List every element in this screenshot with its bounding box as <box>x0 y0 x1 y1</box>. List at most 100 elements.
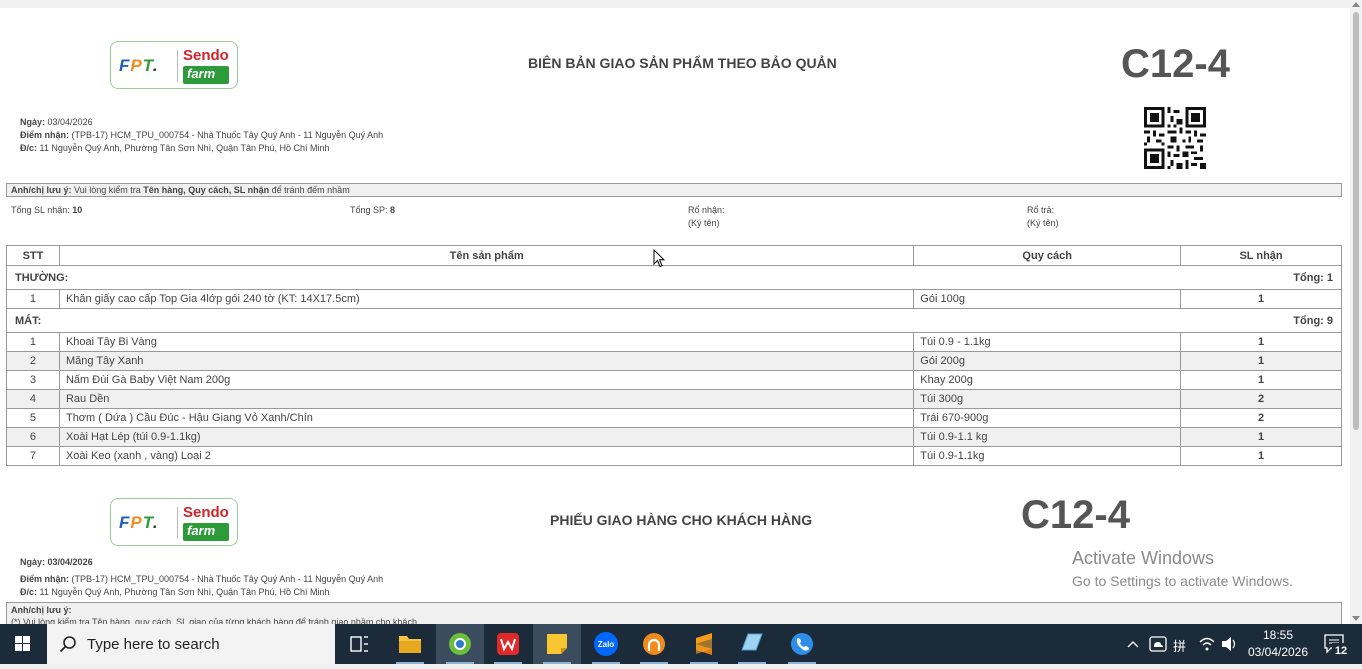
clock-time: 18:55 <box>1262 628 1294 642</box>
cell-name: Thơm ( Dứa ) Cầu Đúc - Hậu Giang Vỏ Xanh… <box>58 408 915 428</box>
sublime-icon <box>696 633 712 655</box>
delivery-info: Ngày: 03/04/2026 Điểm nhận: (TPB-17) HCM… <box>20 116 383 155</box>
notification-count-badge: 12 <box>1332 643 1350 659</box>
search-placeholder: Type here to search <box>87 636 220 653</box>
phone-icon <box>791 633 813 655</box>
qr-code-icon <box>1144 107 1206 169</box>
cell-name: Măng Tây Xanh <box>58 351 915 371</box>
activate-windows-subtitle: Go to Settings to activate Windows. <box>1072 573 1293 589</box>
table-row: 6 Xoài Hạt Lép (túi 0.9-1.1kg) Túi 0.9-1.1… <box>6 427 1342 447</box>
ro-tra: Rổ trả: (Ký tên) <box>1027 204 1059 230</box>
cell-spec: Gói 100g <box>913 289 1182 309</box>
wifi-icon[interactable] <box>1198 624 1216 664</box>
cell-name: Khăn giấy cao cấp Top Gia 4lớp gói 240 t… <box>58 289 915 309</box>
receiver-value-2: (TPB-17) HCM_TPU_000754 - Nhà Thuốc Tây … <box>71 574 384 584</box>
col-qty: SL nhận <box>1180 245 1342 266</box>
note-label: Anh/chị lưu ý: <box>11 185 72 195</box>
cell-spec: Túi 0.9 - 1.1kg <box>913 332 1182 352</box>
cell-stt: 7 <box>6 446 60 466</box>
ro-nhan: Rổ nhận: (Ký tên) <box>688 204 725 230</box>
taskbar-clock[interactable]: 18:55 03/04/2026 <box>1240 627 1316 661</box>
clock-date: 03/04/2026 <box>1247 645 1309 659</box>
task-view-button[interactable] <box>335 624 383 664</box>
start-button[interactable] <box>0 624 46 664</box>
cell-spec: Trái 670-900g <box>913 408 1182 428</box>
table-row: 7 Xoài Keo (xanh , vàng) Loại 2 Túi 0.9-1.… <box>6 446 1342 466</box>
cell-stt: 3 <box>6 370 60 390</box>
print-document: FPT. Sendo farm BIÊN BẢN GIAO SẢN PHẨM T… <box>0 8 1350 624</box>
ro-nhan-label: Rổ nhận: <box>688 205 725 215</box>
wps-icon <box>497 633 519 655</box>
taskbar-search-box[interactable]: Type here to search <box>47 624 335 664</box>
cell-qty: 1 <box>1180 351 1342 371</box>
file-explorer-button[interactable] <box>386 624 434 664</box>
cell-name: Khoai Tây Bi Vàng <box>58 332 915 352</box>
cell-spec: Khay 200g <box>913 370 1182 390</box>
chevron-up-icon[interactable] <box>1126 624 1140 664</box>
cell-stt: 4 <box>6 389 60 409</box>
cell-spec: Túi 300g <box>913 389 1182 409</box>
col-spec: Quy cách <box>913 245 1182 266</box>
windows-logo-icon <box>15 636 30 651</box>
ro-tra-sign: (Ký tên) <box>1027 218 1059 228</box>
farm-logo-text-2: farm <box>183 523 229 541</box>
address-label-2: Đ/c: <box>20 587 38 597</box>
browser-button[interactable] <box>436 624 484 664</box>
page-scrollbar[interactable] <box>1350 0 1362 624</box>
address-value: 11 Nguyễn Quý Anh, Phường Tân Sơn Nhì, Q… <box>39 143 330 153</box>
scroll-up-icon[interactable] <box>1352 2 1360 7</box>
zalo-button[interactable]: Zalo <box>582 624 630 664</box>
ro-tra-label: Rổ trả: <box>1027 205 1055 215</box>
total-qty-label: Tổng SL nhận: <box>11 205 70 215</box>
cell-qty: 1 <box>1180 446 1342 466</box>
search-icon <box>59 636 76 653</box>
onedrive-sync-icon[interactable] <box>1149 624 1167 664</box>
receiver-label: Điểm nhận: <box>20 130 70 140</box>
note-label-2: Anh/chị lưu ý: <box>11 605 72 615</box>
fpt-logo-text: FPT. <box>119 56 159 75</box>
cell-spec: Gói 200g <box>913 351 1182 371</box>
cell-stt: 5 <box>6 408 60 428</box>
volume-icon[interactable] <box>1220 624 1238 664</box>
scroll-down-icon[interactable] <box>1352 616 1360 621</box>
app-button[interactable] <box>728 624 776 664</box>
group-total: Tổng: 9 <box>913 308 1342 333</box>
task-view-icon <box>350 636 368 652</box>
cell-qty: 2 <box>1180 408 1342 428</box>
cell-qty: 2 <box>1180 389 1342 409</box>
scrollbar-thumb[interactable] <box>1353 12 1359 430</box>
activate-windows-title: Activate Windows <box>1072 548 1215 568</box>
fpt-sendo-farm-logo-2: FPT. Sendo farm <box>110 498 238 546</box>
mouse-cursor-icon <box>653 249 665 268</box>
table-row: 4 Rau Dền Túi 300g 2 <box>6 389 1342 409</box>
table-row: 1 Khoai Tây Bi Vàng Túi 0.9 - 1.1kg 1 <box>6 332 1342 352</box>
cell-name: Xoài Hạt Lép (túi 0.9-1.1kg) <box>58 427 915 447</box>
group-row: THƯỜNG: Tổng: 1 <box>5 265 1342 290</box>
sublime-button[interactable] <box>680 624 728 664</box>
date-value-2: 03/04/2026 <box>47 557 93 567</box>
cell-qty: 1 <box>1180 332 1342 352</box>
date-label-2: Ngày: <box>20 557 46 567</box>
input-method-indicator[interactable]: 拼 <box>1173 636 1186 655</box>
ro-nhan-sign: (Ký tên) <box>688 218 720 228</box>
phone-app-button[interactable] <box>778 624 826 664</box>
anydesk-button[interactable] <box>630 624 678 664</box>
note-bar-2: Anh/chị lưu ý: (*) Vui lòng kiểm tra Tên… <box>6 602 1342 624</box>
wps-office-button[interactable] <box>484 624 532 664</box>
table-row: 1 Khăn giấy cao cấp Top Gia 4lớp gói 240 … <box>6 289 1342 309</box>
date-label: Ngày: <box>20 117 46 127</box>
delivery-info-2: Ngày: 03/04/2026 Điểm nhận: (TPB-17) HCM… <box>20 556 383 599</box>
group-row: MÁT: Tổng: 9 <box>5 308 1342 333</box>
col-stt: STT <box>6 245 60 266</box>
cell-qty: 1 <box>1180 427 1342 447</box>
notification-center-button[interactable]: 12 <box>1320 624 1356 664</box>
route-code-2: C12-4 <box>1021 493 1130 537</box>
folder-icon <box>399 636 421 653</box>
product-table: STT Tên sản phẩm Quy cách SL nhận THƯỜNG… <box>5 245 1342 466</box>
note-line-2: (*) Vui lòng kiểm tra Tên hàng, quy cách… <box>11 617 417 624</box>
note-pre: Vui lòng kiểm tra <box>74 185 141 195</box>
group-name: MÁT: <box>5 308 914 333</box>
sticky-notes-button[interactable] <box>533 624 581 664</box>
remote-app-icon <box>643 633 665 655</box>
window-app-icon <box>741 633 763 651</box>
